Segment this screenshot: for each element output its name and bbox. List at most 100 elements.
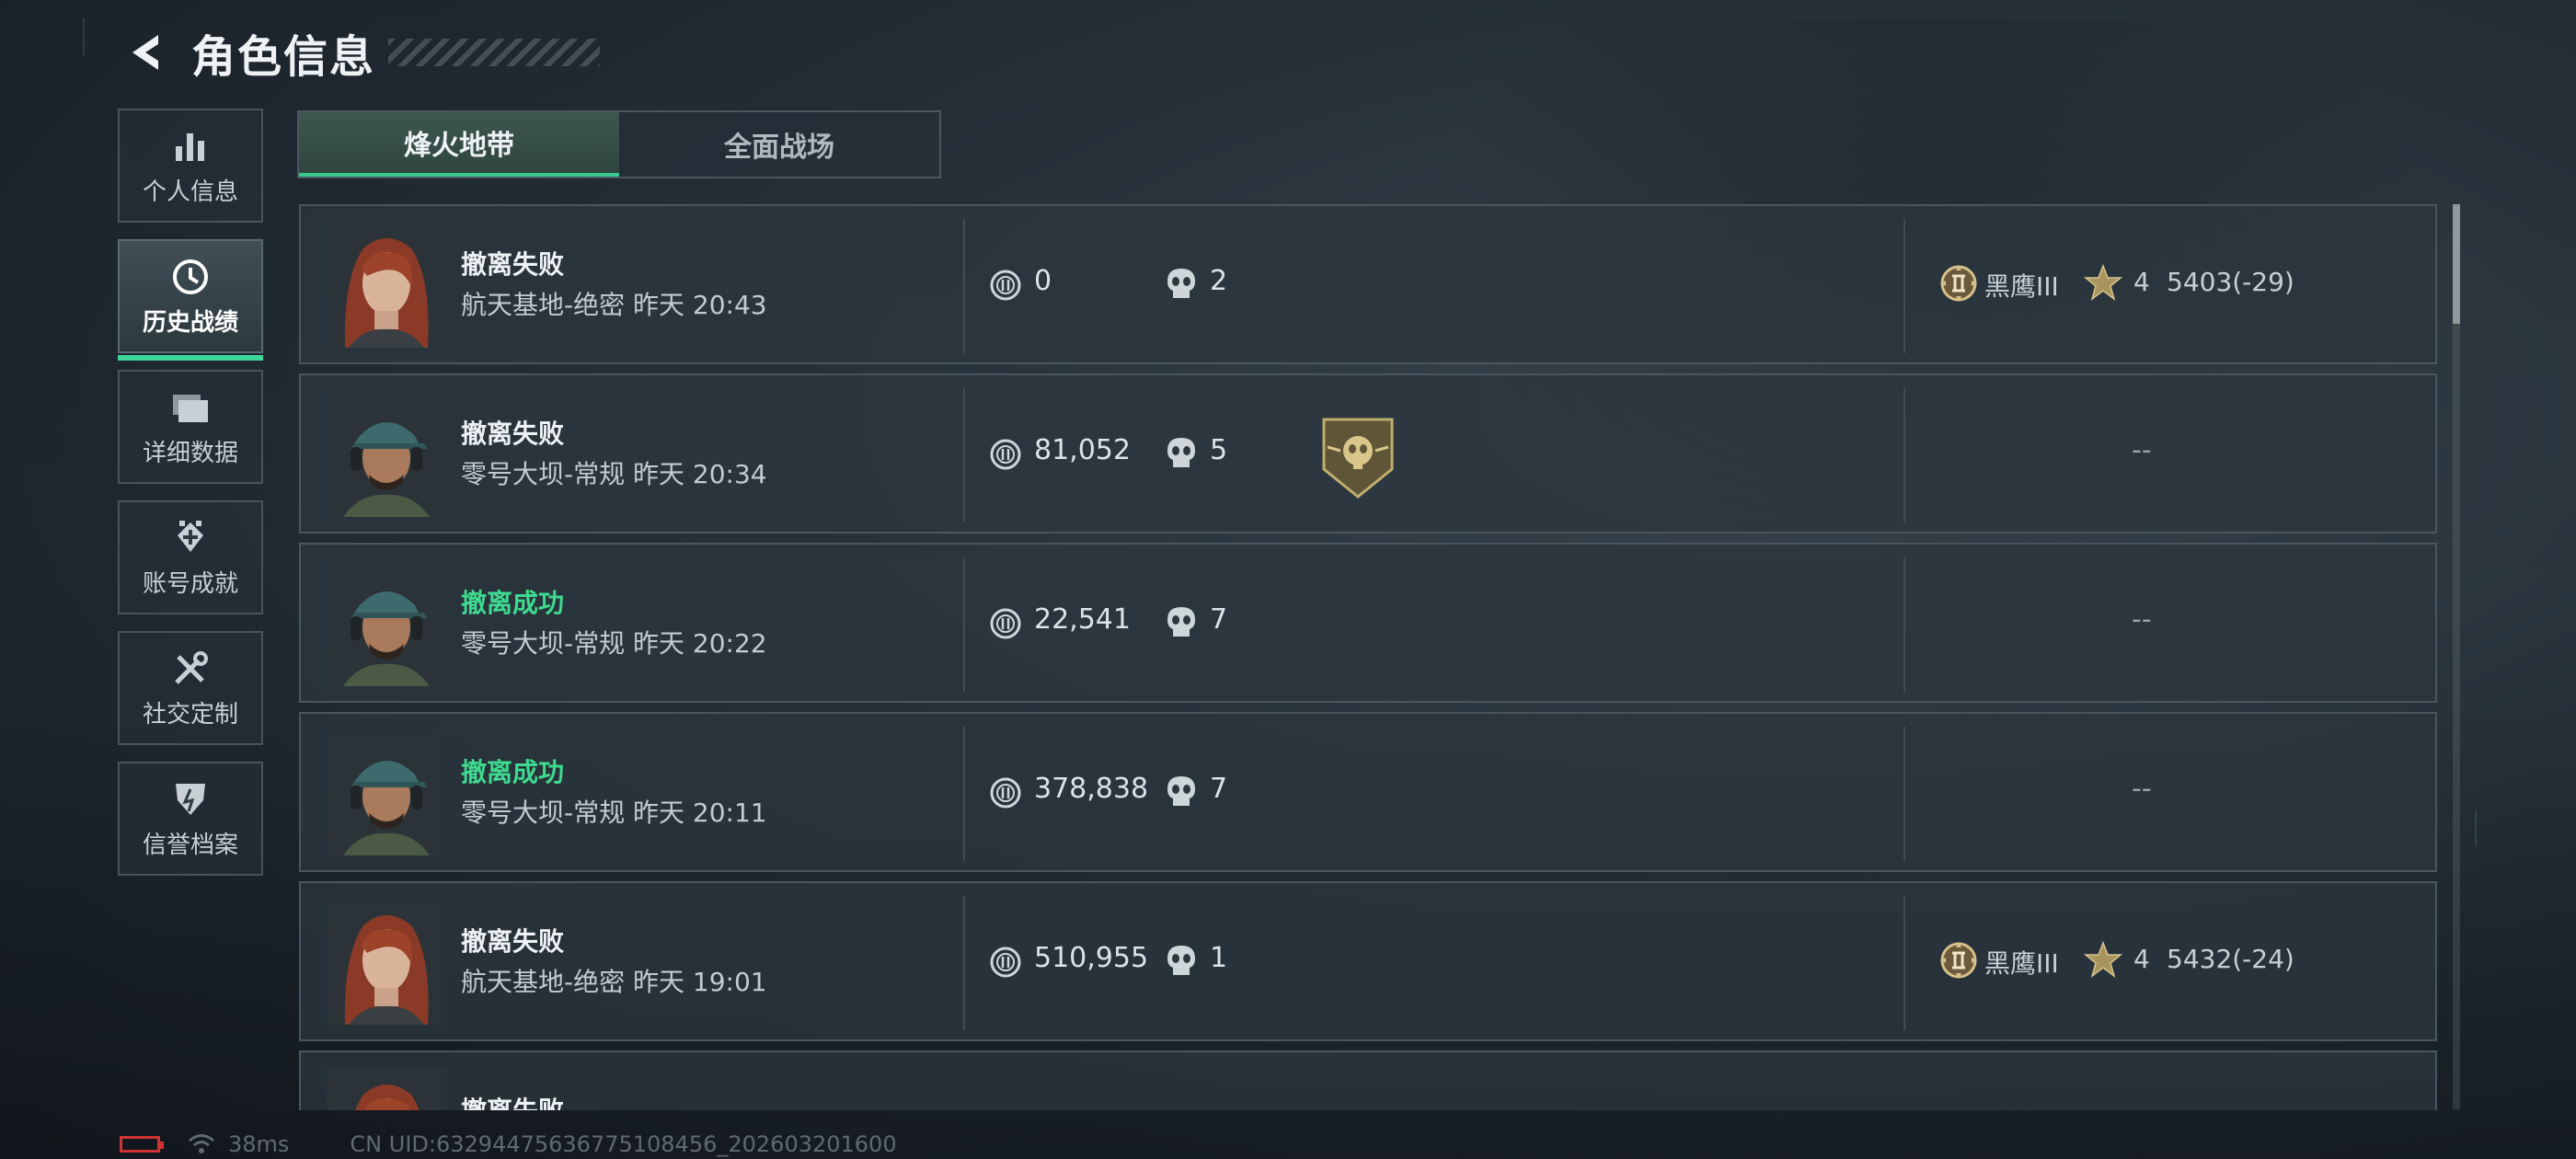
achievement-icon (169, 517, 212, 559)
folder-stack-icon (169, 386, 212, 429)
record-row[interactable]: 撤离失败 (299, 1050, 2437, 1110)
match-time: 昨天 19:01 (633, 967, 767, 997)
tab-full-battlefield[interactable]: 全面战场 (619, 112, 939, 177)
no-rank-placeholder: -- (2132, 773, 2152, 805)
deco-line (2475, 809, 2477, 846)
loot-value: 378,838 (1034, 773, 1149, 805)
extraction-status: 撤离失败 (461, 1091, 564, 1110)
skull-icon (1166, 944, 1197, 979)
map-time: 零号大坝-常规 昨天 20:34 (461, 454, 767, 491)
divider (1903, 896, 1905, 1030)
coin-icon (989, 438, 1022, 471)
ping-value: 38ms (228, 1131, 290, 1157)
map-name: 零号大坝-常规 (461, 628, 626, 659)
divider (1903, 388, 1905, 522)
star-icon (2083, 940, 2123, 979)
coin-icon (989, 269, 1022, 302)
extraction-status: 撤离失败 (461, 249, 565, 280)
nav-label: 信誉档案 (142, 831, 238, 859)
rank-score: 5403(-29) (2167, 267, 2294, 297)
rank-emblem-icon (1938, 940, 1979, 981)
scrollbar[interactable] (2453, 204, 2460, 1109)
loot-value: 22,541 (1034, 603, 1131, 636)
operator-avatar (327, 561, 446, 686)
star-count: 4 (2133, 944, 2150, 974)
kill-count: 1 (1210, 942, 1228, 974)
loot-value: 510,955 (1034, 942, 1149, 974)
star-count: 4 (2133, 267, 2150, 297)
nav-label: 账号成就 (142, 569, 238, 598)
page-title: 角色信息 (191, 31, 376, 83)
record-row[interactable]: 撤离失败 零号大坝-常规 昨天 20:34 81,052 5 -- (299, 373, 2437, 534)
nav-item-history[interactable]: 历史战绩 (118, 239, 263, 361)
operator-avatar (327, 900, 446, 1025)
skull-shield-badge-icon[interactable] (1320, 410, 1396, 500)
coin-icon (989, 607, 1022, 640)
divider (963, 557, 965, 692)
title-decoration (388, 39, 601, 66)
status-bar: 38ms CN UID:632944756367751084​56_202603… (120, 1130, 897, 1159)
rank-emblem-icon (1938, 263, 1979, 304)
record-row[interactable]: 撤离成功 零号大坝-常规 昨天 20:22 22,541 7 -- (299, 543, 2437, 703)
divider (1903, 219, 1905, 353)
map-name: 零号大坝-常规 (461, 459, 626, 489)
skull-icon (1166, 267, 1197, 302)
kill-count: 5 (1210, 434, 1228, 466)
rank-name: 黑鹰III (1984, 271, 2059, 302)
divider (963, 896, 965, 1030)
uid-text: CN UID:632944756367751084​56_20260320160… (350, 1131, 897, 1157)
map-time: 零号大坝-常规 昨天 20:11 (461, 793, 767, 830)
kill-count: 7 (1210, 603, 1228, 636)
match-time: 昨天 20:43 (633, 290, 767, 320)
mode-tabs: 烽火地带 全面战场 (297, 110, 941, 178)
extraction-status: 撤离失败 (461, 419, 565, 449)
coin-icon (989, 776, 1022, 809)
tools-icon (169, 648, 212, 690)
record-row[interactable]: 撤离失败航天基地-绝密 昨天 19:01 510,955 1 黑鹰III 4 5432(-… (299, 881, 2437, 1041)
divider (963, 727, 965, 861)
operator-avatar (327, 730, 446, 855)
match-time: 昨天 20:22 (633, 628, 767, 659)
loot-value: 0 (1034, 265, 1052, 297)
no-rank-placeholder: -- (2132, 603, 2152, 636)
wifi-icon (189, 1134, 214, 1153)
history-clock-icon (169, 256, 212, 298)
battery-low-icon (120, 1136, 164, 1153)
skull-icon (1166, 775, 1197, 809)
rank-score: 5432(-24) (2167, 944, 2294, 974)
map-time: 航天基地-绝密 昨天 19:01 (461, 962, 767, 999)
rank-name: 黑鹰III (1984, 948, 2059, 979)
nav-item-reputation[interactable]: 信誉档案 (118, 762, 263, 876)
operator-avatar (327, 392, 446, 517)
map-name: 航天基地-绝密 (461, 967, 626, 997)
back-button[interactable] (120, 26, 173, 79)
nav-label: 历史战绩 (142, 308, 238, 337)
match-time: 昨天 20:11 (633, 798, 767, 828)
back-arrow-icon (132, 35, 158, 70)
kill-count: 7 (1210, 773, 1228, 805)
extraction-status: 撤离失败 (461, 926, 565, 957)
extraction-status: 撤离成功 (461, 757, 565, 787)
operator-avatar (327, 1069, 446, 1110)
nav-item-personal-info[interactable]: 个人信息 (118, 109, 263, 223)
divider (963, 388, 965, 522)
map-name: 航天基地-绝密 (461, 290, 626, 320)
skull-icon (1166, 436, 1197, 471)
side-nav: 个人信息 历史战绩 详细数据 账号成就 社交定制 信誉档案 (118, 109, 265, 892)
match-time: 昨天 20:34 (633, 459, 767, 489)
coin-icon (989, 946, 1022, 979)
record-row[interactable]: 撤离失败 航天基地-绝密 昨天 20:43 0 2 黑鹰III 4 5403(-29) (299, 204, 2437, 364)
bar-chart-icon (169, 125, 212, 167)
nav-item-social[interactable]: 社交定制 (118, 631, 263, 745)
nav-label: 社交定制 (142, 700, 238, 729)
nav-item-detailed-data[interactable]: 详细数据 (118, 370, 263, 484)
map-time: 零号大坝-常规 昨天 20:22 (461, 624, 767, 660)
star-icon (2083, 263, 2123, 302)
map-name: 零号大坝-常规 (461, 798, 626, 828)
skull-icon (1166, 605, 1197, 640)
divider (1903, 727, 1905, 861)
record-row[interactable]: 撤离成功零号大坝-常规 昨天 20:11 378,838 7 -- (299, 712, 2437, 872)
tab-firezone[interactable]: 烽火地带 (299, 112, 619, 177)
scrollbar-thumb[interactable] (2453, 204, 2460, 324)
nav-item-achievements[interactable]: 账号成就 (118, 500, 263, 614)
